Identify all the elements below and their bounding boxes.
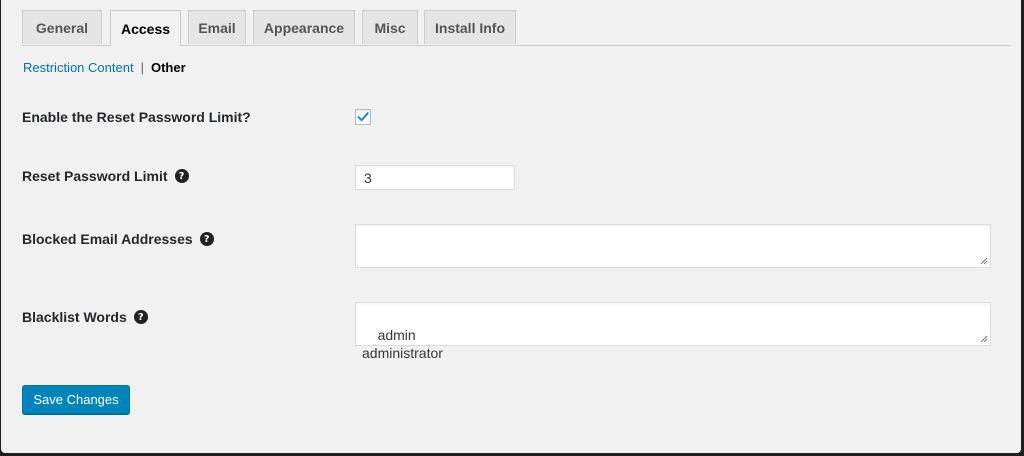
tab-install-info[interactable]: Install Info xyxy=(424,10,516,44)
reset-enable-label-text: Enable the Reset Password Limit? xyxy=(22,109,251,125)
tab-misc[interactable]: Misc xyxy=(362,10,418,44)
sub-navigation: Restriction Content | Other xyxy=(23,60,186,75)
subnav-restriction-content-link[interactable]: Restriction Content xyxy=(23,60,134,75)
blacklist-label: Blacklist Words ? xyxy=(22,309,148,325)
tab-general[interactable]: General xyxy=(22,10,102,44)
blacklist-label-text: Blacklist Words xyxy=(22,309,127,325)
reset-enable-label: Enable the Reset Password Limit? xyxy=(22,109,251,125)
help-icon[interactable]: ? xyxy=(174,169,189,183)
blocked-emails-label-text: Blocked Email Addresses xyxy=(22,231,193,247)
resize-grip-icon[interactable] xyxy=(980,257,988,265)
subnav-current-other: Other xyxy=(150,60,186,75)
reset-limit-label: Reset Password Limit ? xyxy=(22,168,189,184)
blocked-emails-textarea[interactable] xyxy=(355,224,991,268)
resize-grip-icon[interactable] xyxy=(980,335,988,343)
reset-enable-checkbox[interactable] xyxy=(355,109,371,125)
reset-limit-label-text: Reset Password Limit xyxy=(22,168,168,184)
save-changes-button[interactable]: Save Changes xyxy=(22,385,130,414)
blacklist-textarea[interactable]: admin administrator xyxy=(355,302,991,361)
blocked-emails-label: Blocked Email Addresses ? xyxy=(22,231,214,247)
checkmark-icon xyxy=(357,112,369,122)
settings-panel: General Access Email Appearance Misc Ins… xyxy=(1,0,1021,453)
blacklist-value: admin administrator xyxy=(362,327,443,361)
settings-tabs: General Access Email Appearance Misc Ins… xyxy=(22,10,1011,46)
help-icon[interactable]: ? xyxy=(199,232,214,246)
tab-appearance[interactable]: Appearance xyxy=(253,10,355,44)
tab-email[interactable]: Email xyxy=(188,10,246,44)
tab-access[interactable]: Access xyxy=(110,10,181,46)
help-icon[interactable]: ? xyxy=(133,310,148,324)
subnav-separator: | xyxy=(140,60,144,75)
reset-limit-input[interactable] xyxy=(355,165,515,190)
